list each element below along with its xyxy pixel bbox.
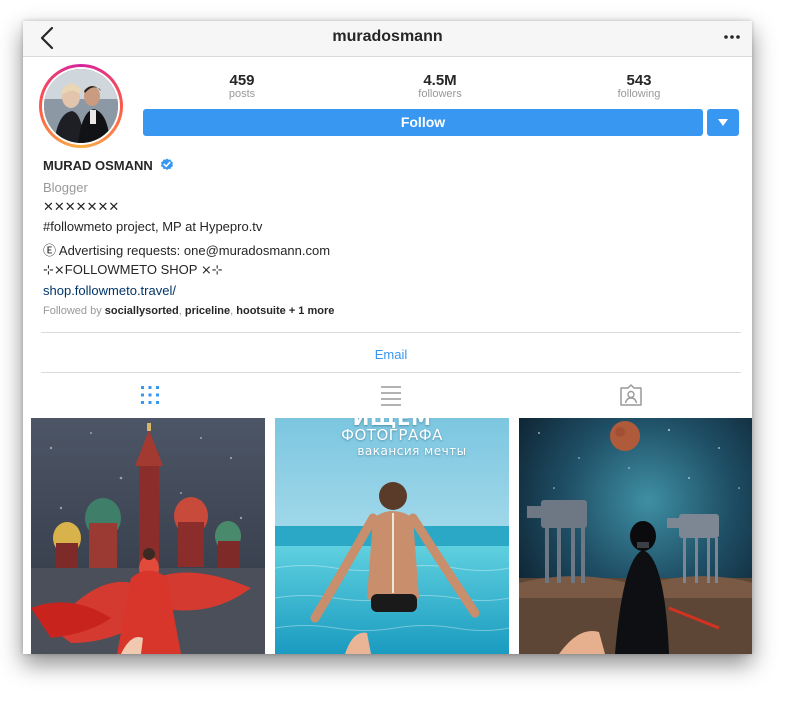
- bio-line-2: #followmeto project, MP at Hypepro.tv: [43, 219, 263, 234]
- post-image-desert-walkers: [519, 418, 752, 654]
- stat-followers-count: 4.5M: [423, 72, 457, 89]
- post-caption-line2: ФОТОГРАФА: [341, 426, 443, 444]
- full-name-row: MURAD OSMANN: [43, 158, 174, 175]
- grid-icon: [141, 386, 159, 404]
- stat-posts-label: posts: [228, 88, 256, 100]
- post-thumbnail[interactable]: ИЩЕМ ФОТОГРАФА вакансия мечты: [275, 418, 509, 654]
- stat-following-count: 543: [626, 72, 652, 89]
- followed-by-more[interactable]: + 1 more: [289, 305, 335, 317]
- top-bar: muradosmann: [23, 21, 752, 57]
- divider: [41, 332, 741, 333]
- more-options-button[interactable]: [722, 27, 742, 47]
- stat-posts[interactable]: 459 posts: [182, 73, 302, 100]
- tab-grid[interactable]: [138, 383, 162, 407]
- followed-by-user[interactable]: priceline: [185, 305, 230, 317]
- tab-tagged[interactable]: [619, 383, 643, 407]
- verified-badge-icon: [160, 158, 174, 175]
- post-caption-line3: вакансия мечты: [357, 444, 467, 458]
- followed-by-prefix: Followed by: [43, 305, 102, 317]
- follow-button[interactable]: Follow: [143, 109, 703, 136]
- followed-by-user[interactable]: sociallysorted: [105, 305, 179, 317]
- full-name: MURAD OSMANN: [43, 158, 153, 173]
- profile-tabs: [23, 373, 752, 417]
- profile-category: Blogger: [43, 180, 88, 195]
- post-thumbnail[interactable]: [519, 418, 752, 654]
- avatar-photo: [44, 69, 118, 143]
- caret-down-icon: [718, 119, 728, 126]
- stat-followers-label: followers: [418, 88, 462, 100]
- stat-posts-count: 459: [229, 72, 255, 89]
- website-link[interactable]: shop.followmeto.travel/: [43, 283, 176, 298]
- tagged-person-icon: [620, 384, 642, 406]
- profile-username: muradosmann: [332, 28, 443, 45]
- email-button[interactable]: Email: [41, 339, 741, 371]
- stat-followers[interactable]: 4.5M followers: [380, 73, 500, 100]
- stat-following-label: following: [617, 88, 661, 100]
- followed-by[interactable]: Followed by sociallysorted, priceline, h…: [43, 305, 334, 317]
- more-dots-icon: [724, 35, 740, 39]
- profile-window: muradosmann 459 posts 4.5M followers 543…: [23, 21, 752, 654]
- post-image-red-square: [31, 418, 265, 654]
- list-icon: [381, 386, 401, 406]
- tab-list[interactable]: [379, 383, 403, 407]
- bio-line-3: Ⓔ Advertising requests: one@muradosmann.…: [43, 243, 331, 258]
- post-thumbnail[interactable]: [31, 418, 265, 654]
- followed-by-user[interactable]: hootsuite: [236, 305, 286, 317]
- posts-grid: ИЩЕМ ФОТОГРАФА вакансия мечты: [31, 418, 752, 654]
- bio-line-4: ⊹⨯FOLLOWMETO SHOP ⨯⊹: [43, 262, 223, 277]
- stat-following[interactable]: 543 following: [579, 73, 699, 100]
- bio-line-1: ✕✕✕✕✕✕✕: [43, 199, 120, 214]
- avatar[interactable]: [39, 64, 123, 148]
- suggestions-dropdown-button[interactable]: [707, 109, 739, 136]
